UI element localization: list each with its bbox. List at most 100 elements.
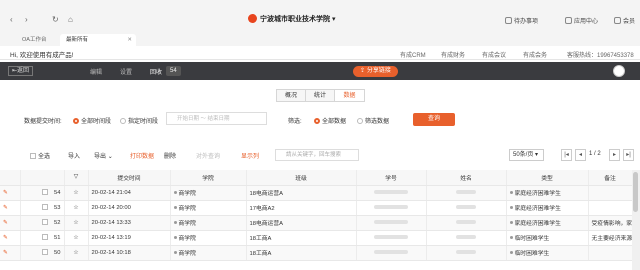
- cell-name: [426, 185, 507, 201]
- cell-college: 商学院: [170, 245, 247, 261]
- link-conference[interactable]: 有成会务: [523, 50, 547, 59]
- redacted-student-id: [374, 249, 408, 254]
- delete-button[interactable]: 删除: [164, 151, 176, 160]
- col-header-name[interactable]: 姓名: [426, 170, 507, 186]
- redacted-name: [456, 219, 476, 224]
- table-row[interactable]: ✎ 52 ☆ 20-02-14 13:33 商学院 18电商运营A 家庭经济困难学生 受疫情影…: [0, 215, 633, 231]
- tab-overview[interactable]: 概况: [277, 90, 306, 101]
- tab-oa[interactable]: OA工作台: [16, 34, 52, 46]
- prev-page-button[interactable]: ◂: [575, 149, 586, 161]
- row-checkbox[interactable]: [42, 249, 49, 255]
- reload-icon[interactable]: ↻: [52, 15, 59, 24]
- link-meeting[interactable]: 有成会议: [482, 50, 506, 59]
- radio-filter-data[interactable]: 筛选数据: [357, 116, 389, 125]
- table-header: ▽ 提交时间 学院 班级 学号 姓名 类型 备注: [0, 170, 633, 186]
- share-link-button[interactable]: ⇪ 分享链接: [353, 66, 398, 77]
- row-number: 50: [54, 250, 61, 256]
- col-header-type[interactable]: 类型: [506, 170, 589, 186]
- last-page-button[interactable]: ▸|: [623, 149, 634, 161]
- search-input[interactable]: 請从关键字，回车搜索: [275, 149, 359, 161]
- link-crm[interactable]: 有成CRM: [400, 50, 426, 59]
- edit-icon[interactable]: ✎: [0, 200, 21, 216]
- row-checkbox[interactable]: [42, 204, 49, 210]
- avatar[interactable]: [613, 65, 625, 77]
- cell-type: 家庭经济困难学生: [506, 215, 589, 231]
- nav-edit[interactable]: 编辑: [90, 67, 102, 76]
- redacted-student-id: [374, 219, 408, 224]
- nav-recycle[interactable]: 回收: [150, 67, 162, 76]
- tab-data[interactable]: 数据: [335, 90, 364, 101]
- cell-class: 18工商A: [246, 230, 357, 246]
- radio-all-time-label: 全部时间段: [81, 119, 112, 125]
- row-checkbox[interactable]: [42, 189, 49, 195]
- app-center-link[interactable]: 应用中心: [565, 16, 598, 25]
- table-row[interactable]: ✎ 51☆20-02-14 13:19 商学院 18工商A 临时困难学生 无主要经济来源受…: [0, 230, 633, 246]
- user-link[interactable]: 会员: [614, 16, 635, 25]
- cell-name: [426, 230, 507, 246]
- cell-number: 51: [20, 230, 65, 246]
- close-icon[interactable]: ✕: [127, 34, 132, 46]
- col-header-number: [20, 170, 65, 186]
- cell-note: [588, 185, 633, 201]
- table-row[interactable]: ✎ 54 ☆ 20-02-14 21:04 商学院 18电商运营A 家庭经济困难学生: [0, 185, 633, 201]
- col-header-college[interactable]: 学院: [170, 170, 247, 186]
- chevron-down-icon: ⌄: [107, 154, 113, 160]
- cell-time: 20-02-14 21:04: [88, 185, 171, 201]
- todo-link[interactable]: 待办事项: [505, 16, 538, 25]
- col-header-star[interactable]: ▽: [64, 170, 89, 186]
- select-all-checkbox[interactable]: 全选: [30, 151, 50, 160]
- star-icon[interactable]: ☆: [64, 200, 89, 216]
- back-arrow-icon[interactable]: ‹: [10, 15, 13, 24]
- table-row[interactable]: ✎ 53 ☆ 20-02-14 20:00 商学院 17电商A2 家庭经济困难学生: [0, 200, 633, 216]
- first-page-button[interactable]: |◂: [561, 149, 572, 161]
- radio-all-time[interactable]: 全部时间段: [73, 116, 111, 125]
- query-button[interactable]: 查询: [413, 113, 455, 126]
- star-icon[interactable]: ☆: [64, 185, 89, 201]
- back-button[interactable]: ⇤返回: [8, 66, 34, 76]
- col-header-class[interactable]: 班级: [246, 170, 357, 186]
- col-header-time[interactable]: 提交时间: [88, 170, 171, 186]
- radio-all-data[interactable]: 全部数据: [314, 116, 346, 125]
- edit-icon[interactable]: ✎: [0, 230, 21, 246]
- link-finance[interactable]: 有成财务: [441, 50, 465, 59]
- edit-icon[interactable]: ✎: [0, 185, 21, 201]
- app-center-label: 应用中心: [574, 19, 599, 25]
- tab-statistics[interactable]: 统计: [306, 90, 335, 101]
- cell-student-id: [356, 185, 427, 201]
- row-checkbox[interactable]: [42, 219, 49, 225]
- radio-all-data-label: 全部数据: [322, 119, 347, 125]
- forward-arrow-icon[interactable]: ›: [25, 15, 28, 24]
- row-checkbox[interactable]: [42, 234, 49, 240]
- back-label: 返回: [17, 68, 30, 74]
- col-header-edit: [0, 170, 21, 186]
- nav-settings[interactable]: 设置: [120, 67, 132, 76]
- radio-custom-time[interactable]: 指定时间段: [120, 116, 158, 125]
- star-icon[interactable]: ☆: [64, 230, 89, 246]
- import-button[interactable]: 导入: [68, 151, 80, 160]
- cell-time: 20-02-14 20:00: [88, 200, 171, 216]
- export-button[interactable]: 导出 ⌄: [94, 151, 113, 160]
- type-value: 家庭经济困难学生: [514, 221, 561, 227]
- compare-button[interactable]: 对外查询: [196, 151, 220, 160]
- cell-time: 20-02-14 10:18: [88, 245, 171, 261]
- home-icon[interactable]: ⌂: [68, 15, 73, 24]
- show-columns-button[interactable]: 显示列: [241, 151, 259, 160]
- tab-current[interactable]: 最新所有 ✕: [60, 34, 136, 46]
- date-range-input[interactable]: 开始日期 ～ 结束日期: [166, 112, 267, 125]
- redacted-student-id: [374, 189, 408, 194]
- app-center-icon: [565, 17, 572, 24]
- star-icon[interactable]: ☆: [64, 215, 89, 231]
- edit-icon[interactable]: ✎: [0, 245, 21, 261]
- col-header-student-id[interactable]: 学号: [356, 170, 427, 186]
- print-button[interactable]: 打印数据: [130, 151, 154, 160]
- edit-icon[interactable]: ✎: [0, 215, 21, 231]
- cell-class: 17电商A2: [246, 200, 357, 216]
- table-row[interactable]: ✎ 50 ☆ 20-02-14 10:18 商学院 18工商A 临时困难学生: [0, 245, 633, 261]
- col-header-note[interactable]: 备注: [588, 170, 633, 186]
- org-title[interactable]: 宁波城市职业技术学院 ▾: [248, 14, 335, 24]
- tab-current-label: 最新所有: [66, 37, 89, 43]
- per-page-select[interactable]: 50条/页 ▾: [509, 149, 544, 161]
- star-icon[interactable]: ☆: [64, 245, 89, 261]
- scrollbar-thumb[interactable]: [633, 172, 638, 212]
- next-page-button[interactable]: ▸: [609, 149, 620, 161]
